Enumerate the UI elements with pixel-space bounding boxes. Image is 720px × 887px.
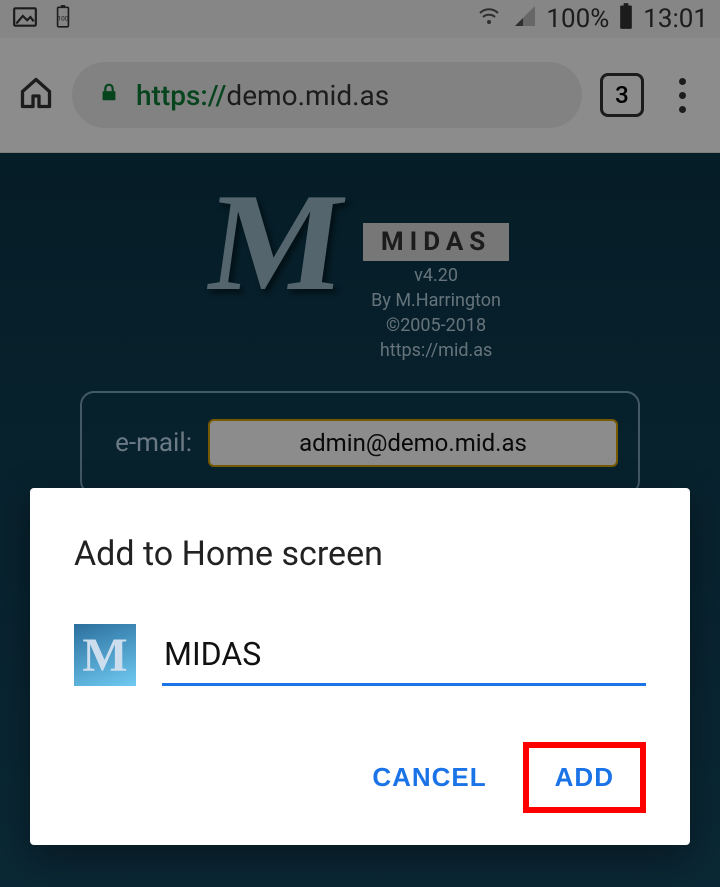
cancel-button[interactable]: CANCEL <box>350 748 508 807</box>
shortcut-name-input[interactable] <box>162 629 646 686</box>
app-shortcut-icon: M <box>74 624 136 686</box>
add-button[interactable]: ADD <box>523 742 646 813</box>
dialog-title: Add to Home screen <box>74 534 646 574</box>
add-to-home-dialog: Add to Home screen M CANCEL ADD <box>30 488 690 845</box>
